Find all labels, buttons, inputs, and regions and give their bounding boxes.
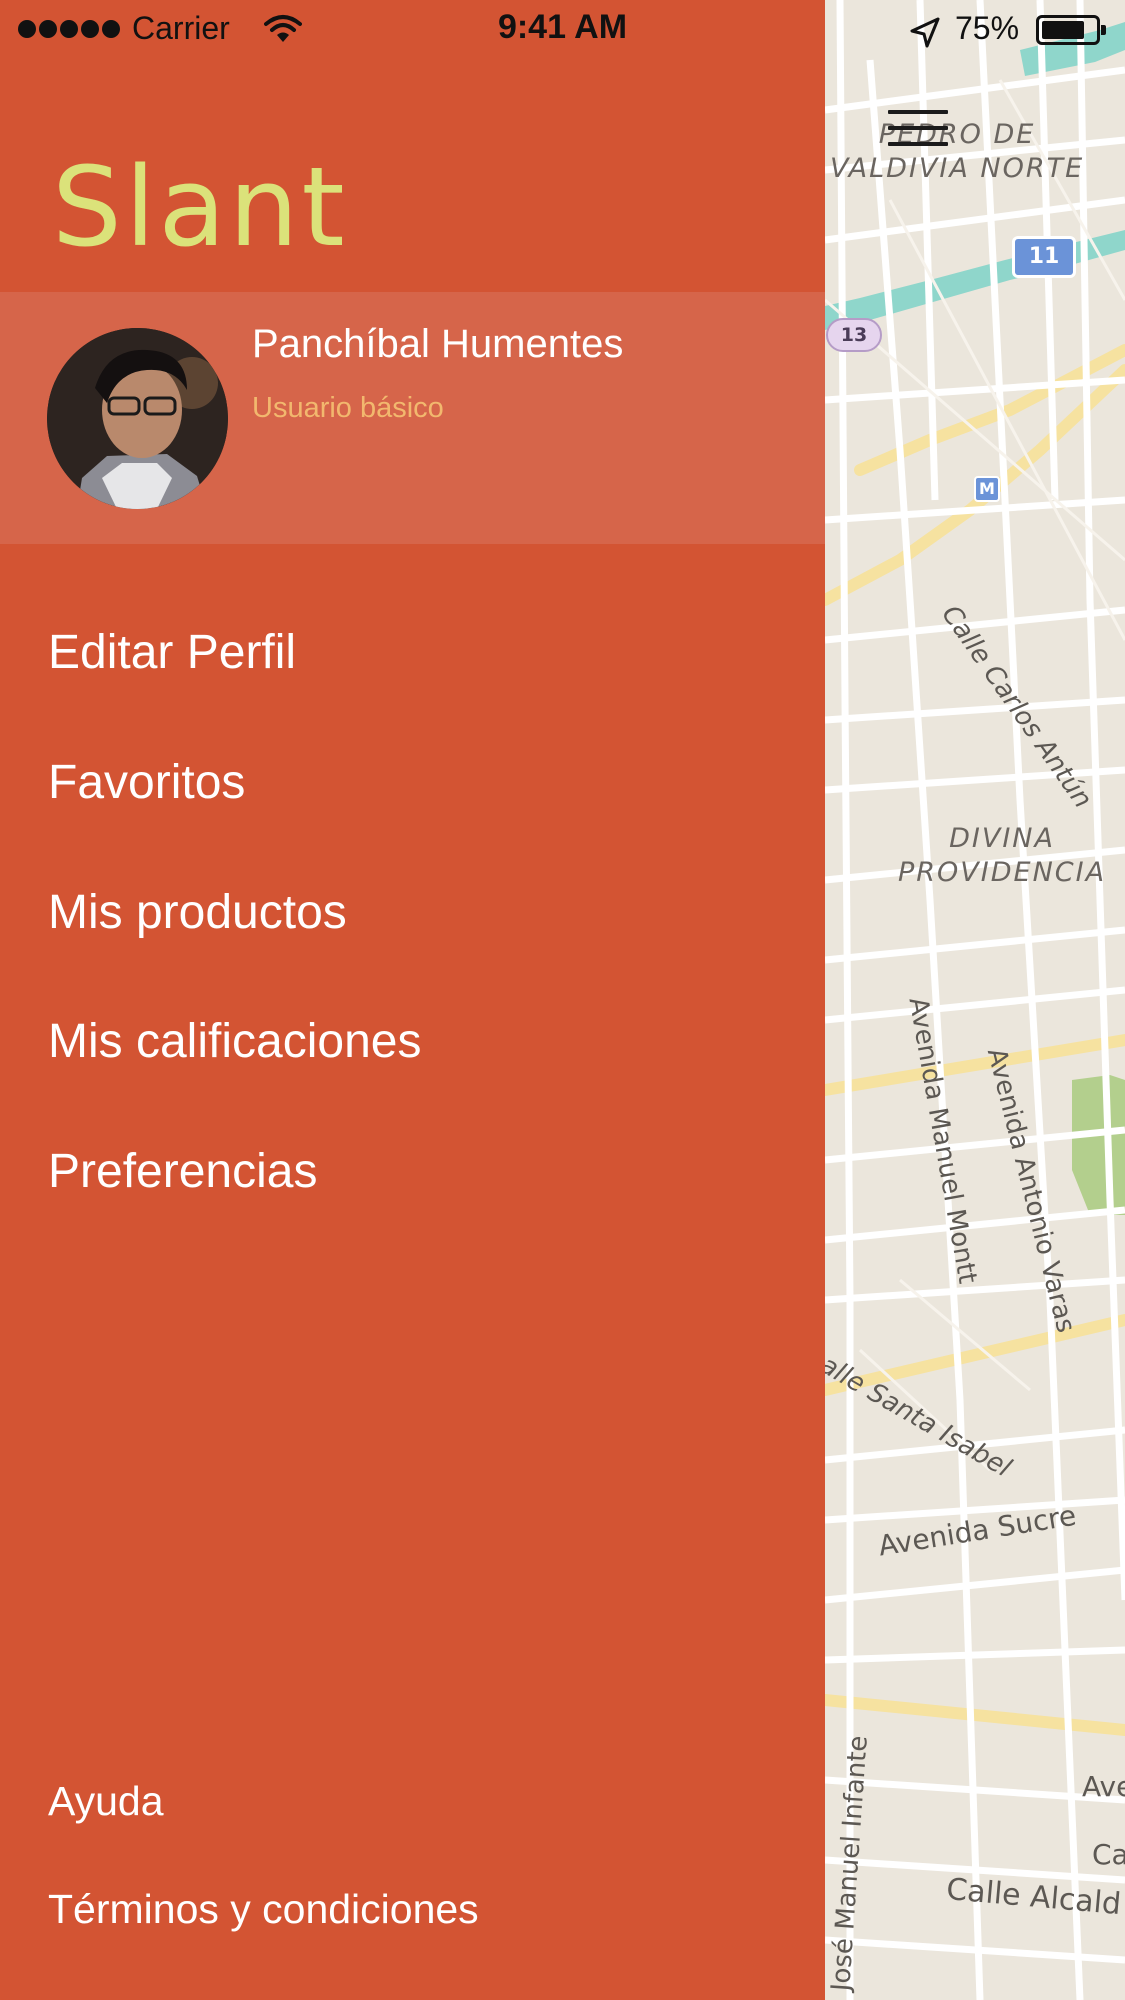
battery-percentage: 75% <box>955 10 1020 46</box>
metro-icon: M <box>974 476 1000 502</box>
menu-item-mis-calificaciones[interactable]: Mis calificaciones <box>48 1014 421 1069</box>
navigation-drawer: Slant Panchíbal Humentes Usuario básico … <box>0 0 825 2000</box>
map-street-label: Ave <box>1082 1770 1125 1803</box>
menu-item-editar-perfil[interactable]: Editar Perfil <box>48 625 296 680</box>
route-shield: 11 <box>1012 236 1076 278</box>
profile-role: Usuario básico <box>252 392 444 424</box>
menu-item-mis-productos[interactable]: Mis productos <box>48 885 347 940</box>
app-logo: Slant <box>52 143 348 271</box>
menu-item-preferencias[interactable]: Preferencias <box>48 1144 317 1199</box>
menu-item-favoritos[interactable]: Favoritos <box>48 755 245 810</box>
hamburger-menu-icon[interactable] <box>884 106 952 152</box>
status-bar: Carrier 9:41 AM 75% <box>0 0 1125 60</box>
footer-link-ayuda[interactable]: Ayuda <box>48 1778 164 1825</box>
map-area-label: DIVINA PROVIDENCIA <box>898 823 1107 888</box>
location-arrow-icon <box>910 17 940 48</box>
profile-header[interactable]: Panchíbal Humentes Usuario básico <box>0 292 825 544</box>
map-street-label: Ca <box>1092 1838 1125 1871</box>
footer-link-terminos[interactable]: Términos y condiciones <box>48 1886 479 1933</box>
route-shield: 13 <box>826 318 882 352</box>
profile-name: Panchíbal Humentes <box>252 322 624 366</box>
battery-icon <box>1036 15 1106 45</box>
avatar <box>47 328 228 509</box>
map-area-label: PEDRO DE VALDIVIA NORTE <box>830 119 1085 184</box>
